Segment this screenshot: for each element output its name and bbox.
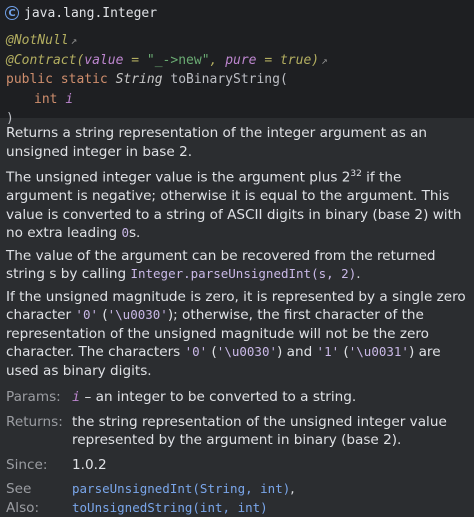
modifiers: public static — [6, 72, 116, 87]
since-tag: Since: 1.0.2 — [6, 456, 468, 475]
params-tag: Params: i – an integer to be converted t… — [6, 388, 468, 407]
class-reference[interactable]: C java.lang.Integer — [0, 3, 474, 23]
contract-eq: = — [123, 52, 147, 68]
notnull-annotation-line: @NotNull ↗ — [6, 31, 474, 51]
returns-tag: Returns: the string representation of th… — [6, 413, 468, 450]
parameter-name: i — [65, 91, 74, 107]
contract-annotation-line: @Contract(value = "_->new", pure = true)… — [6, 51, 474, 71]
contract-comma: , — [209, 52, 226, 68]
since-value: 1.0.2 — [72, 456, 107, 473]
signature-header: C java.lang.Integer @NotNull ↗ @Contract(… — [0, 0, 474, 126]
inline-code: '\u0031' — [348, 344, 409, 360]
doc-tags: Params: i – an integer to be converted t… — [0, 384, 474, 517]
exponent: 32 — [350, 169, 362, 179]
external-link-icon[interactable]: ↗ — [71, 34, 78, 47]
description-text: by calling — [56, 266, 131, 283]
contract-close-paren: ) — [311, 52, 320, 68]
description-text: ) and — [277, 344, 317, 361]
params-text: – an integer to be converted to a string… — [80, 389, 357, 406]
notnull-annotation[interactable]: @NotNull — [6, 33, 69, 48]
description-text: ( — [207, 344, 217, 361]
description-text: s. — [128, 225, 141, 242]
params-value: i – an integer to be converted to a stri… — [66, 388, 356, 407]
method-declaration-line: public static String toBinaryString( — [6, 70, 474, 90]
description-text: Returns a string representation of the i… — [6, 125, 428, 160]
param-name: i — [72, 389, 81, 406]
description-text: The unsigned integer value is the argume… — [6, 169, 351, 186]
parameter-type: int — [34, 91, 66, 107]
contract-value-key: value — [84, 52, 124, 68]
inline-code: '\u0030' — [216, 344, 278, 360]
inline-code: '0' — [184, 344, 208, 360]
since-label: Since: — [6, 456, 48, 473]
see-also-value: parseUnsignedInt(String, int), toUnsigned… — [66, 480, 295, 517]
see-also-tag: See Also: parseUnsignedInt(String, int),… — [6, 480, 468, 517]
description-text: ( — [339, 344, 349, 361]
parse-unsigned-int-code: Integer.parseUnsignedInt(s, 2) — [130, 266, 357, 282]
class-name-link[interactable]: java.lang.Integer — [24, 6, 157, 21]
contract-pure-key: pure — [225, 52, 257, 68]
contract-eq2: = — [256, 52, 280, 68]
inline-code: 0 — [121, 225, 129, 241]
description-text: ( — [98, 307, 108, 324]
return-type[interactable]: String — [116, 72, 163, 87]
method-name: toBinaryString( — [162, 72, 288, 87]
inline-code: '1' — [316, 344, 340, 360]
contract-pure-value: true — [279, 52, 312, 68]
description-paragraph-2: The unsigned integer value is the argume… — [6, 165, 468, 243]
see-also-link-to-unsigned-string[interactable]: toUnsignedString(int, int) — [72, 500, 268, 515]
description-text: . — [356, 266, 361, 283]
params-label: Params: — [6, 389, 61, 406]
inline-code: '0' — [75, 307, 98, 323]
contract-value: "_->new" — [146, 52, 210, 68]
returns-label: Returns: — [6, 413, 63, 430]
see-also-link-parse-unsigned-int[interactable]: parseUnsignedInt(String, int) — [72, 481, 290, 496]
see-also-separator: , — [290, 481, 295, 498]
see-also-label: See Also: — [6, 481, 40, 516]
class-icon: C — [5, 6, 19, 20]
contract-annotation[interactable]: @Contract — [6, 53, 76, 68]
description-paragraph-3: The value of the argument can be recover… — [6, 247, 468, 284]
method-description: Returns a string representation of the i… — [0, 118, 474, 380]
description-paragraph-4: If the unsigned magnitude is zero, it is… — [6, 288, 468, 381]
returns-value: the string representation of the unsigne… — [72, 413, 447, 449]
method-signature: @NotNull ↗ @Contract(value = "_->new", pu… — [0, 31, 474, 129]
external-link-icon[interactable]: ↗ — [321, 54, 328, 67]
parameter-line: int i — [6, 90, 474, 110]
description-paragraph-1: Returns a string representation of the i… — [6, 124, 468, 161]
inline-code: '\u0030' — [107, 307, 168, 323]
